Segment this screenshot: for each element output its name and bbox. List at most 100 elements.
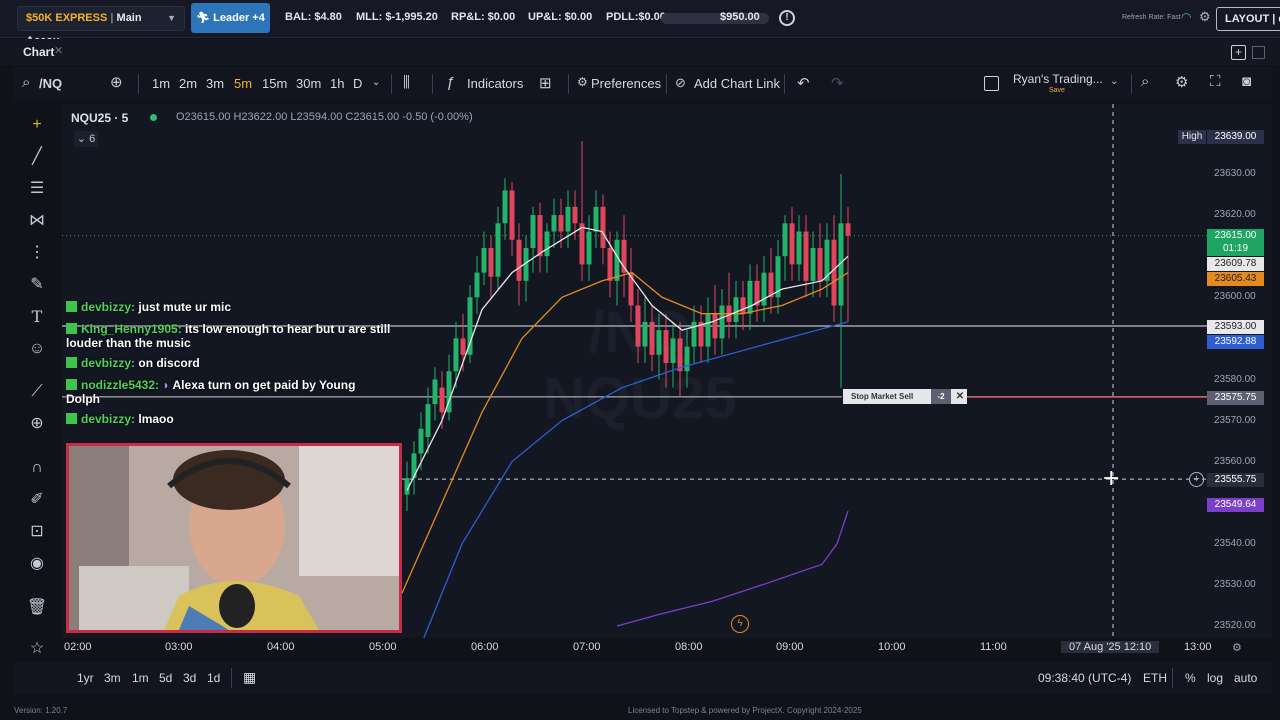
leader-button[interactable]: 🏃︎ Leader +4 xyxy=(191,3,270,33)
template-name[interactable]: Ryan's Trading... xyxy=(1013,72,1103,86)
pattern-icon[interactable]: ⋈ xyxy=(26,210,48,232)
range-3m[interactable]: 3m xyxy=(104,671,121,685)
emoji-icon[interactable]: ☺ xyxy=(26,338,48,360)
percent-toggle[interactable]: % xyxy=(1185,671,1196,685)
symbol-search[interactable]: /NQ xyxy=(39,76,62,91)
chevron-down-icon: ▼ xyxy=(167,13,176,23)
divider xyxy=(231,668,232,688)
add-panel-icon[interactable]: + xyxy=(1231,45,1246,60)
timeframe-1m[interactable]: 1m xyxy=(152,76,170,91)
zoom-search-icon[interactable]: ⌕ xyxy=(1141,73,1149,90)
event-marker-icon[interactable]: ϟ xyxy=(731,615,749,633)
ma-blue-label: 23592.88 xyxy=(1207,335,1264,349)
maximize-icon[interactable] xyxy=(1252,46,1265,59)
candle-body xyxy=(586,231,592,265)
timeframe-d[interactable]: D xyxy=(353,76,362,91)
fib-icon[interactable]: ⋮ xyxy=(26,242,48,264)
candle-body xyxy=(530,215,536,248)
chevron-down-icon[interactable]: ⌄ xyxy=(1110,76,1118,87)
redo-icon[interactable]: ↷ xyxy=(831,74,844,92)
close-icon[interactable]: ✕ xyxy=(953,389,967,404)
range-1yr[interactable]: 1yr xyxy=(77,671,94,685)
gear-icon[interactable]: ⚙ xyxy=(1175,73,1188,91)
brush-icon[interactable]: ✎ xyxy=(26,274,48,296)
x-tick: 05:00 xyxy=(369,641,397,653)
chevron-down-icon[interactable]: ⌄ xyxy=(372,77,380,88)
chat-message: King_Henny1905: its low enough to hear b… xyxy=(66,322,390,336)
candle-body xyxy=(593,206,599,232)
clock[interactable]: 09:38:40 (UTC-4) xyxy=(1038,671,1131,685)
candle-type-icon[interactable]: ⫼ xyxy=(403,74,410,91)
axis-settings-icon[interactable]: ⚙ xyxy=(1232,641,1242,654)
status-dot xyxy=(150,114,157,121)
close-icon[interactable]: ✕ xyxy=(54,44,63,57)
chat-message: devbizzy: on discord xyxy=(66,356,200,370)
indicators-collapse[interactable]: ⌄ 6 xyxy=(74,131,98,147)
template-save[interactable]: Save xyxy=(1049,87,1065,94)
divider xyxy=(391,74,392,94)
magnet-icon[interactable]: ∩ xyxy=(26,457,48,479)
ma-purple-label: 23549.64 xyxy=(1207,498,1264,512)
auto-toggle[interactable]: auto xyxy=(1234,671,1257,685)
add-compare-icon[interactable]: ⊕ xyxy=(110,73,123,91)
horizontal-lines-icon[interactable]: ☰ xyxy=(26,178,48,200)
zoom-in-icon[interactable]: ⊕ xyxy=(26,413,48,435)
text-icon[interactable]: T xyxy=(26,306,48,328)
add-order-icon[interactable]: + xyxy=(1189,472,1204,487)
crosshair-icon[interactable]: + xyxy=(26,114,48,136)
calendar-icon[interactable]: ▦ xyxy=(243,669,256,686)
layout-button[interactable]: LAYOUT | de xyxy=(1216,7,1280,31)
y-tick: 23630.00 xyxy=(1214,168,1256,179)
log-toggle[interactable]: log xyxy=(1207,671,1223,685)
chat-text: lmaoo xyxy=(138,412,174,426)
undo-icon[interactable]: ↶ xyxy=(797,74,810,92)
search-icon[interactable]: ⌕ xyxy=(22,74,30,91)
timeframe-2m[interactable]: 2m xyxy=(179,76,197,91)
timeframe-15m[interactable]: 15m xyxy=(262,76,287,91)
stop-order-widget[interactable]: Stop Market Sell -2 ✕ xyxy=(843,389,967,404)
x-tick: 10:00 xyxy=(878,641,906,653)
candle-body xyxy=(509,190,515,240)
grid-layout-icon[interactable]: ⊞ xyxy=(539,74,552,92)
range-3d[interactable]: 3d xyxy=(183,671,196,685)
ruler-icon[interactable]: ⟋ xyxy=(26,381,48,403)
account-selector[interactable]: $50K EXPRESS | Main Accou... ▼ xyxy=(17,6,185,47)
range-1d[interactable]: 1d xyxy=(207,671,220,685)
lock-icon[interactable]: ⊡ xyxy=(26,521,48,543)
candle-body xyxy=(789,223,795,265)
star-icon[interactable]: ☆ xyxy=(26,638,48,660)
runner-icon: 🏃︎ xyxy=(196,12,211,24)
preferences-button[interactable]: Preferences xyxy=(591,76,661,91)
info-icon[interactable]: ! xyxy=(779,10,795,26)
tab-chart[interactable]: Chart xyxy=(23,45,54,59)
badge-icon xyxy=(66,301,77,312)
stop-order-qty[interactable]: -2 xyxy=(931,389,951,404)
chat-user: devbizzy: xyxy=(81,356,136,370)
camera-icon[interactable]: ◙ xyxy=(1242,73,1251,90)
range-1m[interactable]: 1m xyxy=(132,671,149,685)
pencil-lock-icon[interactable]: ✐ xyxy=(26,489,48,511)
trash-icon[interactable]: 🗑︎ xyxy=(26,597,48,619)
candle-body xyxy=(572,206,578,224)
x-tick: 11:00 xyxy=(980,641,1007,653)
timeframe-1h[interactable]: 1h xyxy=(330,76,344,91)
indicators-button[interactable]: Indicators xyxy=(467,76,523,91)
legend-symbol[interactable]: NQU25 · 5 xyxy=(71,111,128,125)
candle-body xyxy=(558,215,564,232)
bar-countdown: 01:19 xyxy=(1207,242,1264,256)
candle-body xyxy=(537,215,543,257)
eye-icon[interactable]: ◉ xyxy=(26,553,48,575)
chat-message: devbizzy: lmaoo xyxy=(66,412,174,426)
range-5d[interactable]: 5d xyxy=(159,671,172,685)
x-tick: 03:00 xyxy=(165,641,193,653)
timeframe-3m[interactable]: 3m xyxy=(206,76,224,91)
timeframe-30m[interactable]: 30m xyxy=(296,76,321,91)
fullscreen-icon[interactable]: ⛶ xyxy=(1210,73,1221,90)
session-toggle[interactable]: ETH xyxy=(1143,671,1167,685)
checkbox-icon[interactable] xyxy=(984,76,999,91)
candle-body xyxy=(460,338,466,355)
trendline-icon[interactable]: ╱ xyxy=(26,146,48,168)
timeframe-5m[interactable]: 5m xyxy=(234,76,252,91)
add-chart-link-button[interactable]: Add Chart Link xyxy=(694,76,780,91)
gear-icon[interactable]: ⚙ xyxy=(1199,9,1211,25)
